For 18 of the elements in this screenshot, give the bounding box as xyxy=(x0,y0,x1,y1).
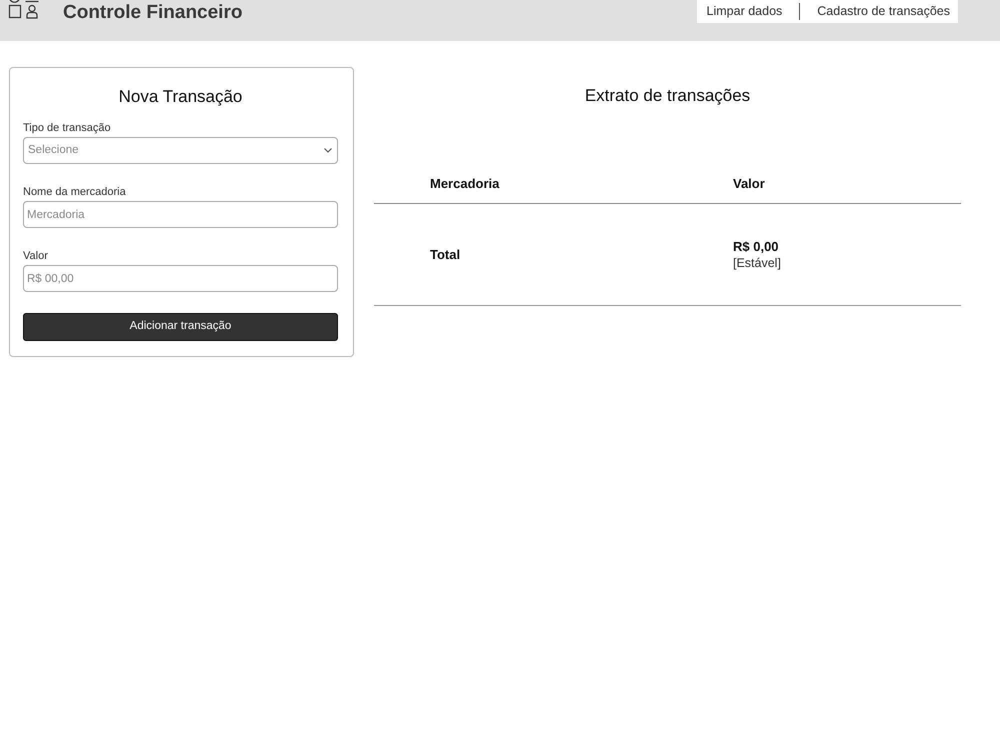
field-label: Valor xyxy=(23,249,49,263)
nav-link-item[interactable]: Cadastro de transações xyxy=(817,0,950,23)
chevron-down-icon xyxy=(324,148,332,153)
field-label: Nome da mercadoria xyxy=(23,185,127,199)
statement-title: Extrato de transações xyxy=(584,85,752,107)
field-label: Tipo de transação xyxy=(23,121,112,135)
column-header: Mercadoria xyxy=(429,175,500,193)
input-field[interactable]: Mercadoria xyxy=(23,201,338,228)
app-title: Controle Financeiro xyxy=(63,1,242,25)
balance-status: [Estável] xyxy=(733,254,781,270)
total-label: Total xyxy=(429,246,462,264)
input-field[interactable]: R$ 00,00 xyxy=(23,265,338,292)
form-title: Nova Transação xyxy=(118,86,244,108)
nav-link-item[interactable]: Limpar dados xyxy=(706,0,782,23)
total-amount: R$ 0,00 xyxy=(733,238,780,254)
select-field[interactable]: Selecione xyxy=(23,137,338,164)
column-header: Valor xyxy=(733,175,765,193)
add-transaction-button[interactable]: Adicionar transação xyxy=(23,313,338,341)
